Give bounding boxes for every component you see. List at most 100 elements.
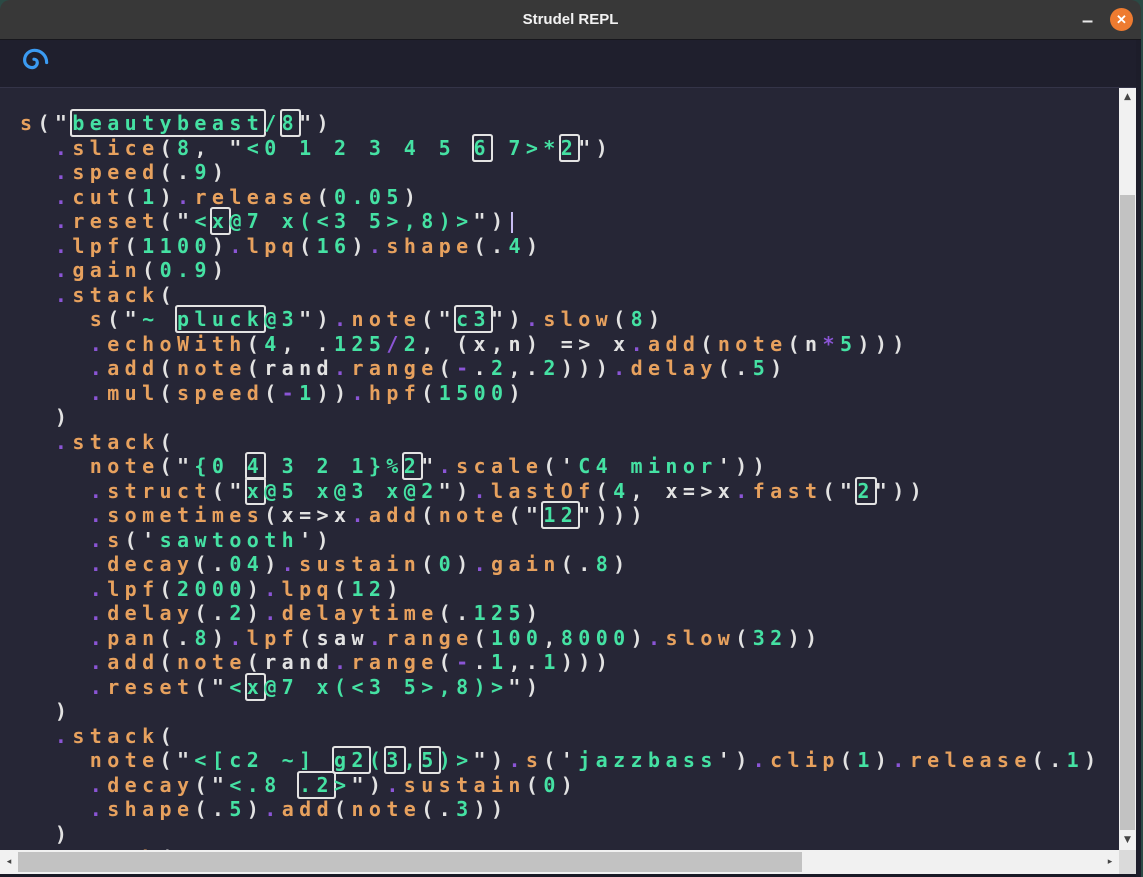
indent xyxy=(20,822,55,846)
code-token: ) xyxy=(55,822,72,846)
code-token: ') xyxy=(718,748,753,772)
code-token: shape xyxy=(386,234,473,258)
code-token: x xyxy=(334,503,351,527)
code-token: sawtooth xyxy=(160,528,300,552)
scroll-left-icon[interactable]: ◂ xyxy=(1,858,17,867)
active-event-token: 2 xyxy=(404,454,421,478)
code-line[interactable]: .delay(.2).delaytime(.125) xyxy=(20,601,1119,626)
scroll-up-icon[interactable]: ▲ xyxy=(1119,93,1136,102)
code-token: 0 xyxy=(439,552,456,576)
indent xyxy=(20,136,55,160)
horizontal-scrollbar-thumb[interactable] xyxy=(18,852,802,872)
indent xyxy=(20,626,90,650)
code-token: (. xyxy=(194,552,229,576)
code-token: delay xyxy=(107,601,194,625)
vertical-scrollbar-thumb[interactable] xyxy=(1120,195,1135,830)
code-line[interactable]: .echoWith(4, .125/2, (x,n) => x.add(note… xyxy=(20,332,1119,357)
code-token: . xyxy=(229,234,246,258)
indent xyxy=(20,160,55,184)
code-token: ( xyxy=(142,258,159,282)
vertical-scrollbar[interactable]: ▲ ▼ xyxy=(1119,88,1136,850)
indent xyxy=(20,258,55,282)
scroll-down-icon[interactable]: ▼ xyxy=(1119,836,1136,845)
code-token: ) xyxy=(351,234,368,258)
code-line[interactable]: .cut(1).release(0.05) xyxy=(20,185,1119,210)
code-token: . xyxy=(264,577,281,601)
code-line[interactable]: .decay("<.8 .2>").sustain(0) xyxy=(20,773,1119,798)
code-line[interactable]: .add(note(rand.range(-.1,.1))) xyxy=(20,650,1119,675)
code-line[interactable]: .stack( xyxy=(20,430,1119,455)
code-line[interactable]: .struct("x@5 x@3 x@2").lastOf(4, x=>x.fa… xyxy=(20,479,1119,504)
code-line[interactable]: note("<[c2 ~] g2(3,5)>").s('jazzbass').c… xyxy=(20,748,1119,773)
code-token: ) xyxy=(613,552,630,576)
code-token: . xyxy=(351,381,368,405)
code-token: ) xyxy=(212,160,229,184)
code-token: 8 xyxy=(596,552,613,576)
code-line[interactable]: .lpf(1100).lpq(16).shape(.4) xyxy=(20,234,1119,259)
code-line[interactable]: .stack( xyxy=(20,283,1119,308)
code-token: . xyxy=(55,724,72,748)
code-token: 1 xyxy=(491,650,508,674)
code-line[interactable]: ) xyxy=(20,699,1119,724)
code-token: n xyxy=(508,332,525,356)
code-token: s xyxy=(107,528,124,552)
code-line[interactable]: .decay(.04).sustain(0).gain(.8) xyxy=(20,552,1119,577)
code-token: note xyxy=(351,307,421,331)
code-token: ( xyxy=(247,332,264,356)
code-token: ))) xyxy=(561,650,613,674)
code-token: (" xyxy=(194,675,229,699)
code-line[interactable]: s("~ pluck@3").note("c3").slow(8) xyxy=(20,307,1119,332)
code-line[interactable]: ) xyxy=(20,405,1119,430)
indent xyxy=(20,503,90,527)
code-token: 16 xyxy=(317,234,352,258)
code-token: 8 xyxy=(177,136,194,160)
code-line[interactable]: .gain(0.9) xyxy=(20,258,1119,283)
code-line[interactable]: .add(note(rand.range(-.2,.2))).delay(.5) xyxy=(20,356,1119,381)
code-token: lpf xyxy=(72,234,124,258)
code-token: sustain xyxy=(404,773,526,797)
code-line[interactable]: .sometimes(x=>x.add(note("12"))) xyxy=(20,503,1119,528)
code-line[interactable]: .lpf(2000).lpq(12) xyxy=(20,577,1119,602)
code-line[interactable]: note("{0 4 3 2 1}%2".scale('C4 minor')) xyxy=(20,454,1119,479)
code-line[interactable]: .shape(.5).add(note(.3)) xyxy=(20,797,1119,822)
strudel-spiral-logo-icon[interactable] xyxy=(19,47,49,77)
code-token: @5 x@3 x@2 xyxy=(264,479,438,503)
code-token: (. xyxy=(439,601,474,625)
code-token: note xyxy=(718,332,788,356)
code-token: ) xyxy=(55,699,72,723)
horizontal-scrollbar[interactable]: ◂ ▸ xyxy=(0,850,1119,874)
minimize-button[interactable]: – xyxy=(1080,19,1095,23)
code-line[interactable]: s("beautybeast/8") xyxy=(20,111,1119,136)
code-line[interactable]: .speed(.9) xyxy=(20,160,1119,185)
indent xyxy=(20,209,55,233)
code-token: ( xyxy=(421,552,438,576)
code-token: (' xyxy=(125,528,160,552)
code-token: 0 xyxy=(543,773,560,797)
indent xyxy=(20,332,90,356)
code-line[interactable]: .mul(speed(-1)).hpf(1500) xyxy=(20,381,1119,406)
code-token: (. xyxy=(194,601,229,625)
code-token: ( xyxy=(735,626,752,650)
code-token: cut xyxy=(72,185,124,209)
code-token: . xyxy=(474,356,491,380)
code-token: - xyxy=(456,356,473,380)
code-line[interactable]: .s('sawtooth') xyxy=(20,528,1119,553)
code-line[interactable]: .reset("<x@7 x(<3 5>,8)>") xyxy=(20,675,1119,700)
code-token: ) xyxy=(770,356,787,380)
code-line[interactable]: .slice(8, "<0 1 2 3 4 5 6 7>*2") xyxy=(20,136,1119,161)
code-token: 3 2 1}% xyxy=(264,454,404,478)
indent xyxy=(20,234,55,258)
code-token: . xyxy=(55,258,72,282)
code-token: ( xyxy=(160,136,177,160)
close-button[interactable]: ✕ xyxy=(1110,8,1133,31)
active-event-token: pluck xyxy=(177,307,264,331)
code-line[interactable]: .stack( xyxy=(20,724,1119,749)
code-token: ,. xyxy=(508,356,543,380)
code-line[interactable]: ) xyxy=(20,822,1119,847)
code-line[interactable]: .pan(.8).lpf(saw.range(100,8000).slow(32… xyxy=(20,626,1119,651)
code-token: release xyxy=(910,748,1032,772)
code-editor[interactable]: s("beautybeast/8") .slice(8, "<0 1 2 3 4… xyxy=(0,88,1119,850)
code-line[interactable]: .reset("<x@7 x(<3 5>,8)>") xyxy=(20,209,1119,234)
scroll-right-icon[interactable]: ▸ xyxy=(1102,858,1118,867)
code-token: 32 xyxy=(753,626,788,650)
